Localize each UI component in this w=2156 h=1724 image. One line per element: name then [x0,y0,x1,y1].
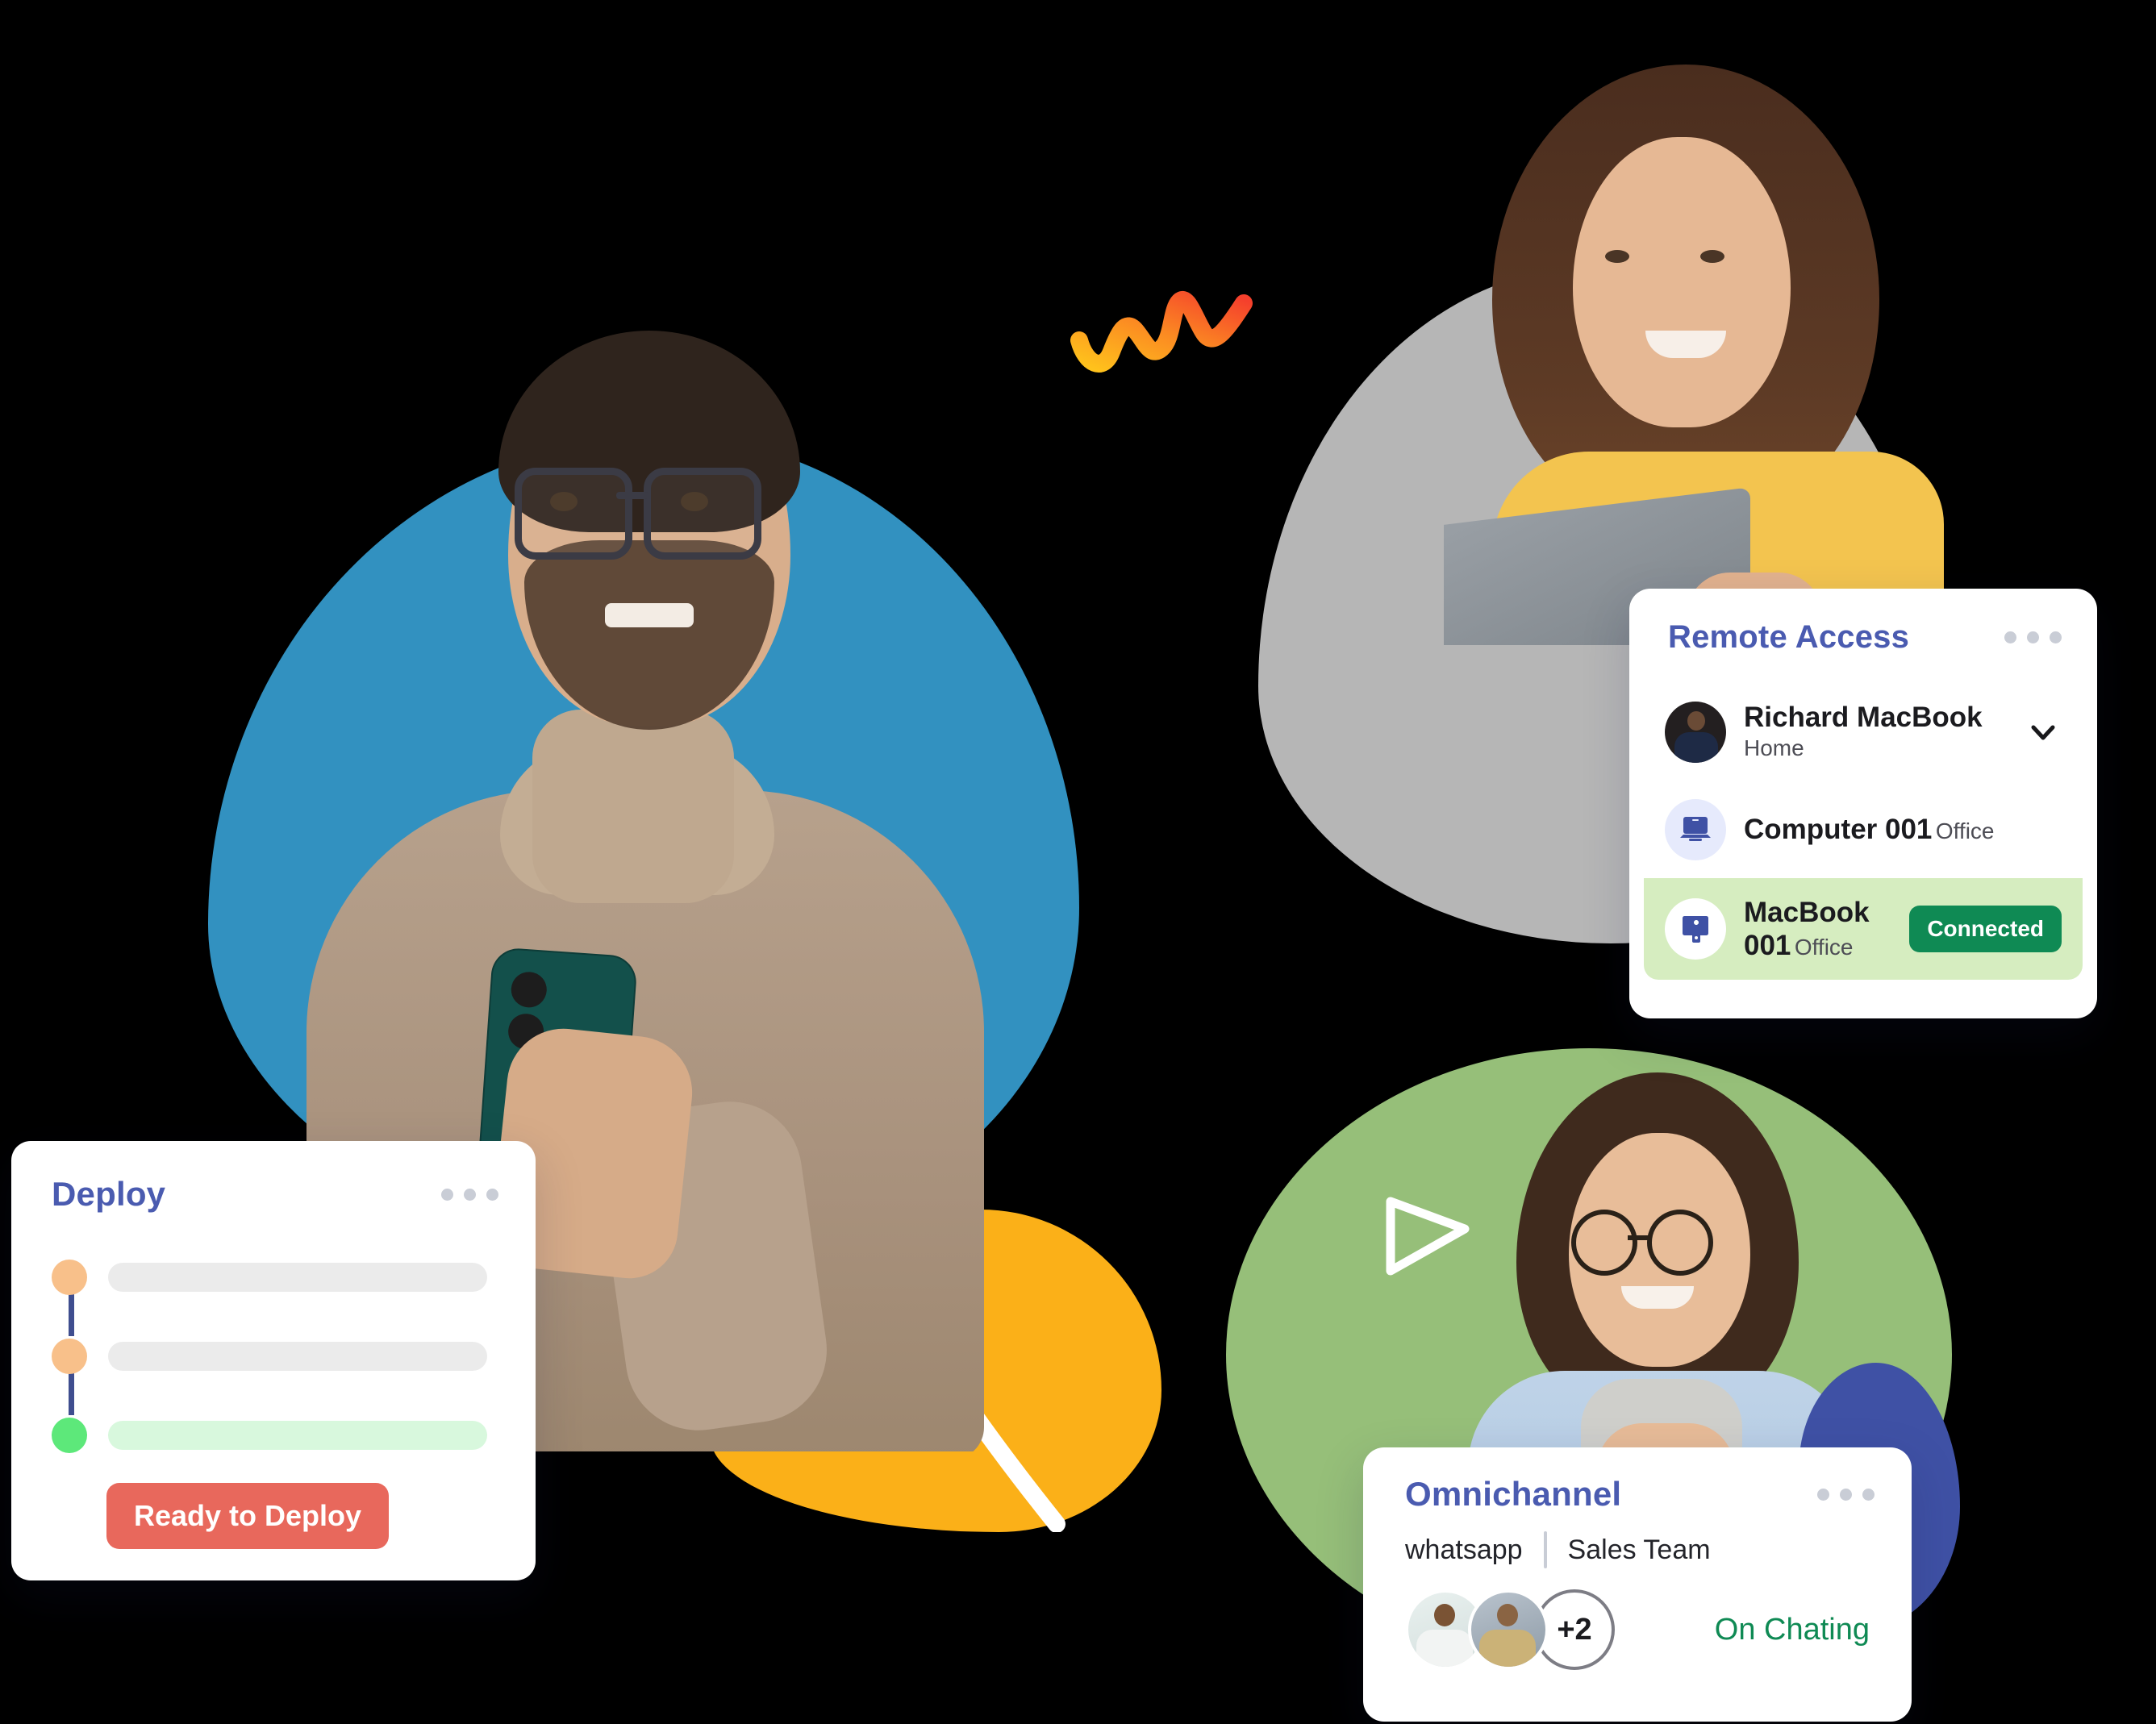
deploy-more-options-dots[interactable] [441,1188,498,1201]
laptop-icon [1665,798,1726,860]
step-placeholder-bar [108,1342,487,1371]
step-placeholder-bar [108,1263,487,1292]
imac-apple-icon [1665,898,1726,960]
orange-squiggle-decoration [1065,274,1258,387]
member-avatar-group[interactable]: +2 [1405,1589,1615,1670]
device-row-richard-macbook[interactable]: Richard MacBook Home [1644,683,2083,781]
member-avatar-2 [1468,1589,1549,1670]
chevron-down-icon[interactable] [2025,714,2062,751]
chat-status-label: On Chating [1714,1612,1870,1647]
ready-to-deploy-button[interactable]: Ready to Deploy [106,1483,390,1549]
device-text: Computer 001 Office [1744,813,2062,846]
deploy-timeline [52,1259,487,1454]
remote-access-title: Remote Access [1668,619,1910,655]
omnichannel-header: Omnichannel [1363,1447,1912,1514]
deploy-card-title: Deploy [52,1175,166,1213]
step-dot [52,1339,87,1374]
device-row-computer-001[interactable]: Computer 001 Office [1644,781,2083,878]
photo-woman-with-laptop [1444,48,1944,645]
device-name: Computer 001 [1744,813,1933,845]
omnichannel-title: Omnichannel [1405,1475,1622,1513]
user-avatar [1665,701,1726,763]
deploy-step-row [52,1259,487,1296]
step-placeholder-bar [108,1421,487,1450]
device-location: Home [1744,735,1804,761]
timeline-connector [69,1294,74,1336]
remote-device-list: Richard MacBook Home Computer 001 Office… [1644,683,2083,981]
remote-access-header: Remote Access [1629,589,2097,656]
channel-label: whatsapp [1405,1534,1523,1565]
deploy-card: Deploy Ready to Deploy [11,1141,536,1580]
device-row-macbook-001[interactable]: MacBook 001 Office Connected [1644,877,2083,981]
omnichannel-card: Omnichannel whatsapp Sales Team +2 On Ch… [1363,1447,1912,1722]
step-dot [52,1260,87,1295]
remote-access-more-options-dots[interactable] [2004,631,2062,643]
device-location: Office [1794,934,1854,960]
illustration-stage: Deploy Ready to Deploy Remote Access Ric… [0,0,2156,1724]
omnichannel-more-options-dots[interactable] [1817,1488,1875,1501]
team-label: Sales Team [1567,1534,1711,1565]
device-text: MacBook 001 Office [1744,896,1891,963]
timeline-connector [69,1373,74,1415]
connected-status-badge[interactable]: Connected [1909,906,2062,953]
step-dot [52,1418,87,1453]
omnichannel-meta: whatsapp Sales Team [1405,1531,1912,1568]
device-name: Richard MacBook [1744,702,1983,733]
device-location: Office [1935,818,1995,843]
omnichannel-footer: +2 On Chating [1405,1589,1870,1670]
device-text: Richard MacBook Home [1744,701,2007,764]
meta-divider [1543,1531,1547,1568]
deploy-step-row [52,1417,487,1454]
deploy-card-header: Deploy [11,1141,536,1214]
remote-access-card: Remote Access Richard MacBook Home Compu… [1629,589,2097,1018]
deploy-step-row [52,1338,487,1375]
